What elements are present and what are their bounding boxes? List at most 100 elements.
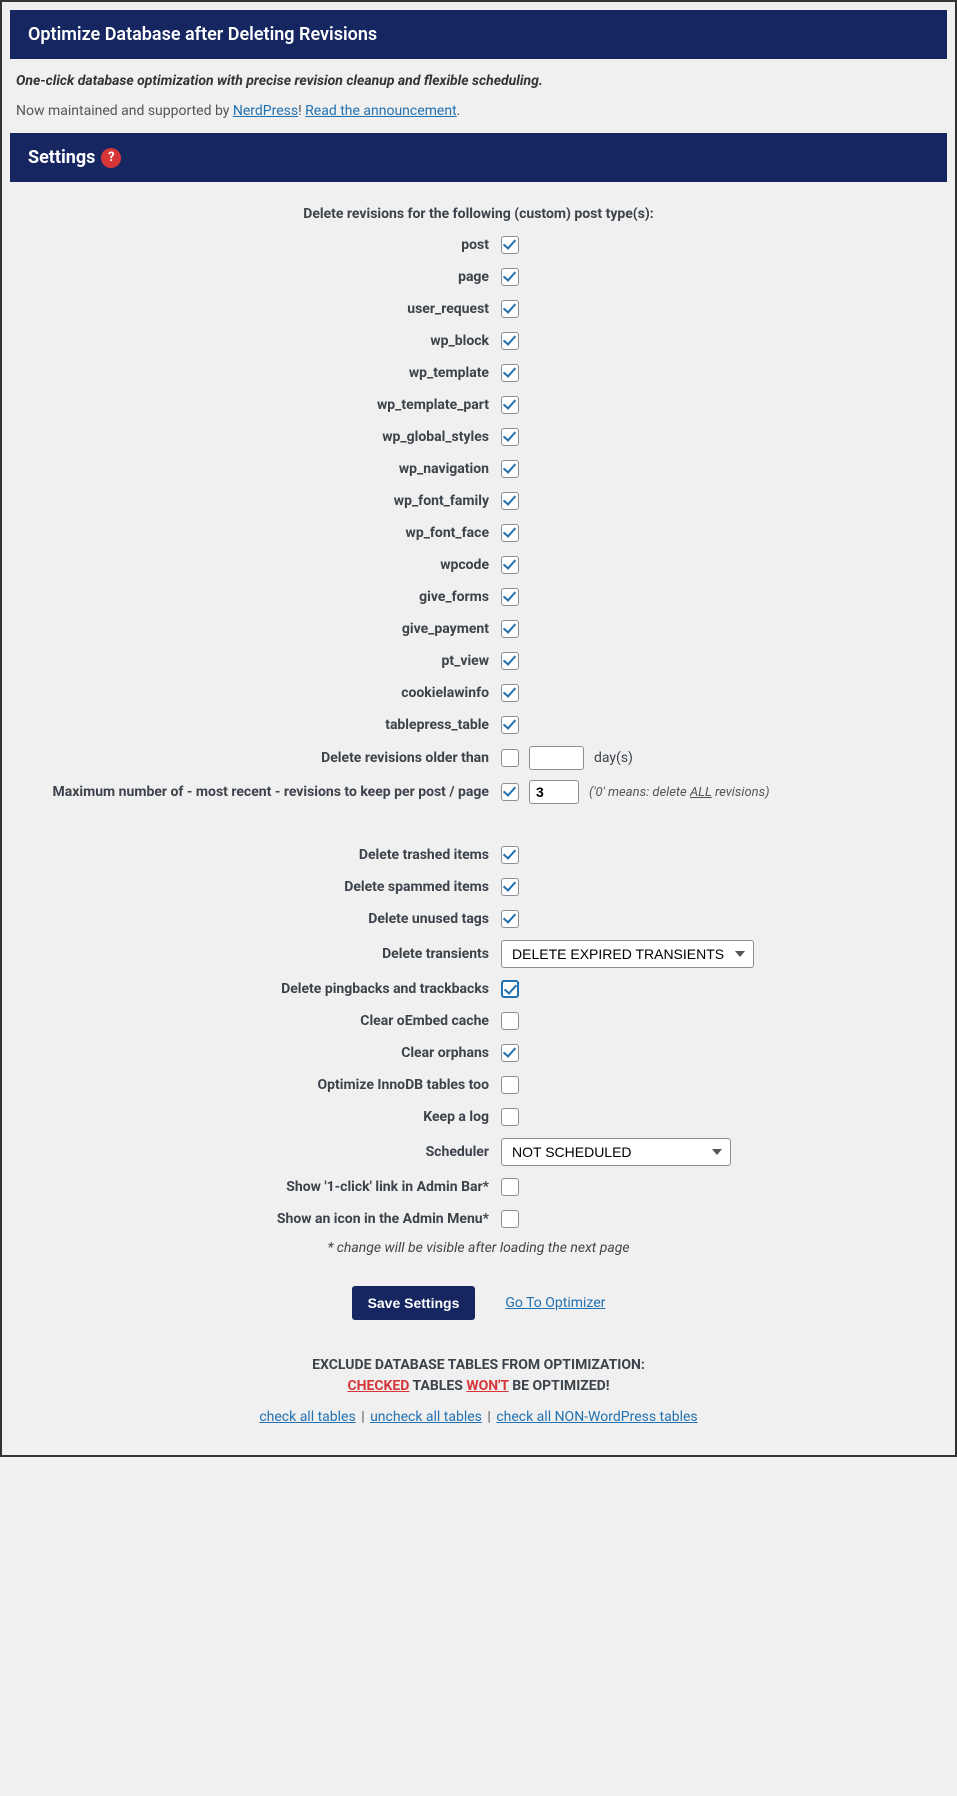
post-type-label: wp_block xyxy=(16,332,501,350)
optimize-innodb-label: Optimize InnoDB tables too xyxy=(16,1076,501,1094)
older-than-checkbox[interactable] xyxy=(501,749,519,767)
post-type-row: post xyxy=(16,234,941,256)
post-type-checkbox[interactable] xyxy=(501,364,519,382)
show-icon-checkbox[interactable] xyxy=(501,1210,519,1228)
post-type-label: wp_font_face xyxy=(16,524,501,542)
post-type-row: wp_template xyxy=(16,362,941,384)
check-nonwp-tables-link[interactable]: check all NON-WordPress tables xyxy=(496,1409,697,1425)
save-settings-button[interactable]: Save Settings xyxy=(352,1286,476,1320)
max-revisions-checkbox[interactable] xyxy=(501,783,519,801)
post-type-label: cookielawinfo xyxy=(16,684,501,702)
post-type-checkbox[interactable] xyxy=(501,268,519,286)
post-type-label: page xyxy=(16,268,501,286)
delete-pingbacks-checkbox[interactable] xyxy=(501,980,519,998)
post-type-row: wp_template_part xyxy=(16,394,941,416)
post-type-checkbox[interactable] xyxy=(501,332,519,350)
clear-oembed-label: Clear oEmbed cache xyxy=(16,1012,501,1030)
tagline: One-click database optimization with pre… xyxy=(16,73,941,89)
settings-title-bar: Settings ? xyxy=(10,133,947,182)
post-type-label: user_request xyxy=(16,300,501,318)
post-type-checkbox[interactable] xyxy=(501,716,519,734)
post-type-checkbox[interactable] xyxy=(501,620,519,638)
max-revisions-row: Maximum number of - most recent - revisi… xyxy=(16,780,941,804)
post-type-checkbox[interactable] xyxy=(501,300,519,318)
exclude-heading: EXCLUDE DATABASE TABLES FROM OPTIMIZATIO… xyxy=(16,1355,941,1397)
announcement-link[interactable]: Read the announcement xyxy=(305,103,457,119)
older-than-row: Delete revisions older than day(s) xyxy=(16,746,941,770)
post-type-row: tablepress_table xyxy=(16,714,941,736)
show-1click-label: Show '1-click' link in Admin Bar* xyxy=(16,1178,501,1196)
post-type-checkbox[interactable] xyxy=(501,460,519,478)
delete-spammed-checkbox[interactable] xyxy=(501,878,519,896)
delete-unused-tags-label: Delete unused tags xyxy=(16,910,501,928)
post-type-checkbox[interactable] xyxy=(501,236,519,254)
post-type-label: wp_font_family xyxy=(16,492,501,510)
settings-form: Delete revisions for the following (cust… xyxy=(2,182,955,1455)
clear-oembed-checkbox[interactable] xyxy=(501,1012,519,1030)
post-type-label: wpcode xyxy=(16,556,501,574)
post-types-heading: Delete revisions for the following (cust… xyxy=(16,206,941,222)
post-type-row: wp_navigation xyxy=(16,458,941,480)
clear-orphans-label: Clear orphans xyxy=(16,1044,501,1062)
post-type-row: page xyxy=(16,266,941,288)
scheduler-label: Scheduler xyxy=(16,1143,501,1161)
delete-transients-label: Delete transients xyxy=(16,945,501,963)
settings-title: Settings xyxy=(28,147,95,168)
post-type-checkbox[interactable] xyxy=(501,524,519,542)
post-type-row: give_forms xyxy=(16,586,941,608)
check-all-tables-link[interactable]: check all tables xyxy=(259,1409,355,1425)
goto-optimizer-link[interactable]: Go To Optimizer xyxy=(505,1295,605,1311)
post-type-checkbox[interactable] xyxy=(501,684,519,702)
post-type-row: wp_block xyxy=(16,330,941,352)
older-than-label: Delete revisions older than xyxy=(16,749,501,767)
table-link-row: check all tables | uncheck all tables | … xyxy=(16,1409,941,1425)
delete-trashed-label: Delete trashed items xyxy=(16,846,501,864)
optimize-innodb-checkbox[interactable] xyxy=(501,1076,519,1094)
delete-spammed-label: Delete spammed items xyxy=(16,878,501,896)
post-type-label: wp_global_styles xyxy=(16,428,501,446)
post-type-row: cookielawinfo xyxy=(16,682,941,704)
page-title-bar: Optimize Database after Deleting Revisio… xyxy=(10,10,947,59)
clear-orphans-checkbox[interactable] xyxy=(501,1044,519,1062)
post-type-checkbox[interactable] xyxy=(501,556,519,574)
post-type-label: give_forms xyxy=(16,588,501,606)
delete-trashed-checkbox[interactable] xyxy=(501,846,519,864)
show-icon-label: Show an icon in the Admin Menu* xyxy=(16,1210,501,1228)
post-type-row: pt_view xyxy=(16,650,941,672)
uncheck-all-tables-link[interactable]: uncheck all tables xyxy=(370,1409,482,1425)
post-type-label: give_payment xyxy=(16,620,501,638)
older-than-suffix: day(s) xyxy=(594,750,633,766)
post-type-label: pt_view xyxy=(16,652,501,670)
older-than-input[interactable] xyxy=(529,746,584,770)
post-type-row: wp_global_styles xyxy=(16,426,941,448)
post-type-label: post xyxy=(16,236,501,254)
post-type-label: wp_template xyxy=(16,364,501,382)
post-type-row: wp_font_face xyxy=(16,522,941,544)
post-type-label: wp_template_part xyxy=(16,396,501,414)
asterisk-note: * change will be visible after loading t… xyxy=(16,1240,941,1256)
post-type-checkbox[interactable] xyxy=(501,652,519,670)
post-type-row: user_request xyxy=(16,298,941,320)
max-revisions-label: Maximum number of - most recent - revisi… xyxy=(16,783,501,801)
post-type-checkbox[interactable] xyxy=(501,492,519,510)
keep-log-checkbox[interactable] xyxy=(501,1108,519,1126)
delete-transients-select[interactable]: DELETE EXPIRED TRANSIENTS xyxy=(501,940,754,968)
post-type-checkbox[interactable] xyxy=(501,588,519,606)
nerdpress-link[interactable]: NerdPress xyxy=(233,103,298,119)
max-revisions-hint: ('0' means: delete ALL revisions) xyxy=(589,785,770,800)
delete-pingbacks-label: Delete pingbacks and trackbacks xyxy=(16,980,501,998)
scheduler-select[interactable]: NOT SCHEDULED xyxy=(501,1138,731,1166)
post-type-label: tablepress_table xyxy=(16,716,501,734)
delete-unused-tags-checkbox[interactable] xyxy=(501,910,519,928)
post-type-checkbox[interactable] xyxy=(501,428,519,446)
post-type-checkbox[interactable] xyxy=(501,396,519,414)
show-1click-checkbox[interactable] xyxy=(501,1178,519,1196)
help-icon[interactable]: ? xyxy=(101,148,121,168)
post-type-row: give_payment xyxy=(16,618,941,640)
maintained-line: Now maintained and supported by NerdPres… xyxy=(16,103,941,119)
post-type-row: wpcode xyxy=(16,554,941,576)
page-title: Optimize Database after Deleting Revisio… xyxy=(28,24,377,45)
post-type-label: wp_navigation xyxy=(16,460,501,478)
max-revisions-input[interactable] xyxy=(529,780,579,804)
keep-log-label: Keep a log xyxy=(16,1108,501,1126)
